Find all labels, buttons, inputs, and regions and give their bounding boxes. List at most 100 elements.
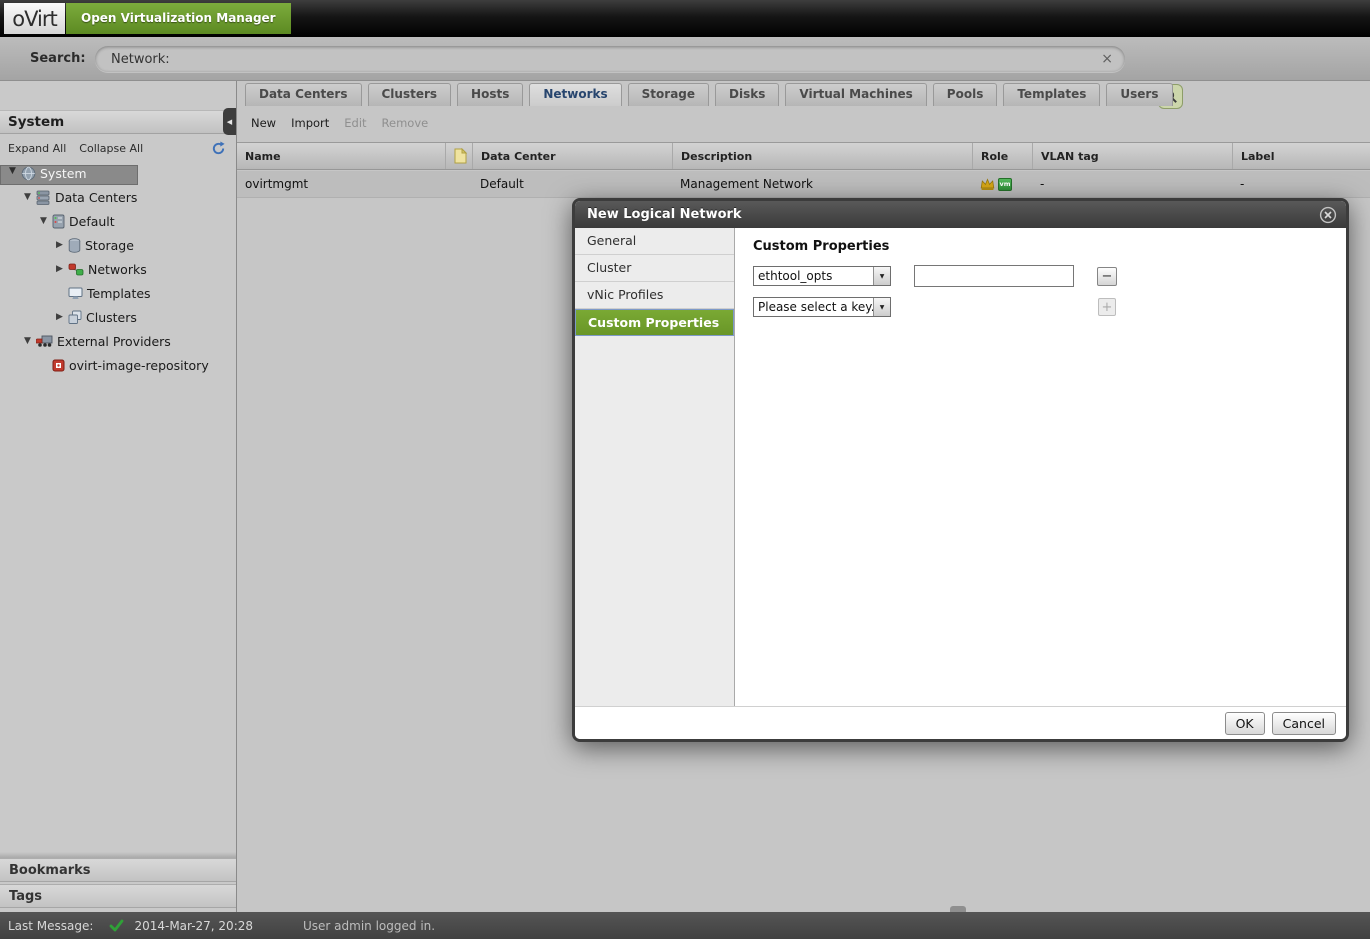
- tab-disks[interactable]: Disks: [715, 83, 779, 106]
- tree-item-templates[interactable]: Templates: [0, 281, 236, 305]
- property-row: ethtool_opts ▼ −: [753, 265, 1346, 287]
- tree-item-storage[interactable]: ▶ Storage: [0, 233, 236, 257]
- collapse-all-link[interactable]: Collapse All: [79, 142, 143, 155]
- tree-item-ovirt-image-repository[interactable]: ovirt-image-repository: [0, 353, 236, 377]
- clear-search-icon[interactable]: ×: [1099, 51, 1115, 67]
- column-vlan-tag[interactable]: VLAN tag: [1032, 143, 1232, 169]
- dropdown-arrow-icon: ▼: [873, 267, 890, 285]
- new-logical-network-dialog: New Logical Network General Cluster vNic…: [572, 198, 1349, 742]
- sidebar-collapse-button[interactable]: ◀: [223, 108, 236, 135]
- dialog-body: General Cluster vNic Profiles Custom Pro…: [575, 228, 1346, 706]
- dialog-side-tabs: General Cluster vNic Profiles Custom Pro…: [575, 228, 735, 706]
- collapse-left-icon: ◀: [227, 118, 232, 126]
- tab-hosts[interactable]: Hosts: [457, 83, 523, 106]
- networks-toolbar: New Import Edit Remove: [237, 106, 1370, 140]
- search-field-wrapper: ×: [95, 46, 1125, 72]
- ok-button[interactable]: OK: [1225, 712, 1265, 735]
- tab-pools[interactable]: Pools: [933, 83, 998, 106]
- dialog-tab-general[interactable]: General: [575, 228, 734, 255]
- tags-section-header[interactable]: Tags: [0, 884, 236, 908]
- expander-closed-icon[interactable]: ▶: [53, 312, 66, 322]
- dialog-tab-cluster[interactable]: Cluster: [575, 255, 734, 282]
- new-button[interactable]: New: [251, 116, 276, 130]
- last-message-text: User admin logged in.: [303, 919, 435, 933]
- cell-comment: [445, 171, 472, 197]
- tree-item-clusters[interactable]: ▶ Clusters: [0, 305, 236, 329]
- cell-vlan-tag: -: [1032, 171, 1232, 197]
- dialog-close-button[interactable]: [1319, 206, 1337, 224]
- main-nav-tabs: Data Centers Clusters Hosts Networks Sto…: [245, 83, 1370, 106]
- expander-closed-icon[interactable]: ▶: [53, 264, 66, 274]
- dropdown-arrow-icon: ▼: [873, 298, 890, 316]
- expander-open-icon[interactable]: ▼: [21, 192, 34, 202]
- tree-actions: Expand All Collapse All: [0, 135, 236, 161]
- storage-icon: [68, 238, 81, 253]
- property-row: Please select a key... ▼ +: [753, 297, 1346, 317]
- expander-open-icon[interactable]: ▼: [6, 166, 19, 184]
- cell-label: -: [1232, 171, 1370, 197]
- tree-item-label: System: [40, 166, 87, 184]
- import-button[interactable]: Import: [291, 116, 329, 130]
- tree-item-label: Networks: [88, 262, 147, 277]
- expand-all-link[interactable]: Expand All: [8, 142, 66, 155]
- tree-item-default[interactable]: ▼ Default: [0, 209, 236, 233]
- ovirt-logo: oVirt: [4, 3, 65, 34]
- note-icon: [454, 148, 467, 164]
- tree-item-data-centers[interactable]: ▼ Data Centers: [0, 185, 236, 209]
- column-comment[interactable]: [445, 143, 472, 169]
- system-tree: ▼ System ▼ Data Centers ▼: [0, 165, 236, 377]
- search-bar-row: Search: ×: [0, 37, 1370, 81]
- expander-open-icon[interactable]: ▼: [37, 216, 50, 226]
- cell-data-center: Default: [472, 171, 672, 197]
- tree-item-external-providers[interactable]: ▼ External Providers: [0, 329, 236, 353]
- ovirt-admin-app: oVirt Open Virtualization Manager Search…: [0, 0, 1370, 939]
- tab-templates[interactable]: Templates: [1003, 83, 1100, 106]
- selected-key: Please select a key...: [754, 298, 873, 316]
- remove-property-button[interactable]: −: [1097, 267, 1117, 286]
- success-check-icon: [109, 919, 124, 932]
- management-network-crown-icon: [980, 178, 995, 191]
- tab-virtual-machines[interactable]: Virtual Machines: [785, 83, 926, 106]
- system-tree-sidebar: System ◀ Expand All Collapse All ▼ Syste…: [0, 81, 237, 912]
- tree-item-label: Default: [69, 214, 115, 229]
- custom-properties-panel: Custom Properties ethtool_opts ▼ − Pleas…: [735, 228, 1346, 706]
- data-center-icon: [52, 214, 65, 229]
- status-bar: Last Message: 2014-Mar-27, 20:28 User ad…: [0, 912, 1370, 939]
- tree-item-networks[interactable]: ▶ Networks: [0, 257, 236, 281]
- networks-table-header: Name Data Center Description Role VLAN t…: [237, 142, 1370, 170]
- column-name[interactable]: Name: [237, 143, 445, 169]
- clusters-icon: [68, 310, 82, 325]
- tab-data-centers[interactable]: Data Centers: [245, 83, 362, 106]
- bookmarks-section-header[interactable]: Bookmarks: [0, 858, 236, 882]
- dialog-tab-custom-properties[interactable]: Custom Properties: [575, 309, 734, 336]
- column-data-center[interactable]: Data Center: [472, 143, 672, 169]
- cancel-button[interactable]: Cancel: [1272, 712, 1336, 735]
- tab-networks[interactable]: Networks: [529, 83, 621, 106]
- search-input[interactable]: [111, 52, 1099, 67]
- close-icon: [1319, 206, 1337, 224]
- last-message-label: Last Message:: [8, 919, 93, 933]
- top-bar: oVirt Open Virtualization Manager: [0, 0, 1370, 37]
- app-title-badge: Open Virtualization Manager: [66, 3, 291, 34]
- refresh-icon[interactable]: [211, 141, 226, 156]
- tab-storage[interactable]: Storage: [628, 83, 709, 106]
- tree-item-label: Storage: [85, 238, 134, 253]
- network-row-ovirtmgmt[interactable]: ovirtmgmt Default Management Network vm …: [237, 171, 1370, 198]
- column-description[interactable]: Description: [672, 143, 972, 169]
- expander-closed-icon[interactable]: ▶: [53, 240, 66, 250]
- ovirt-logo-text: oVirt: [12, 7, 56, 31]
- property-value-input[interactable]: [914, 265, 1074, 287]
- last-message-timestamp: 2014-Mar-27, 20:28: [134, 919, 253, 933]
- column-label[interactable]: Label: [1232, 143, 1370, 169]
- dialog-title-bar[interactable]: New Logical Network: [575, 201, 1346, 228]
- column-role[interactable]: Role: [972, 143, 1032, 169]
- remove-button: Remove: [382, 116, 429, 130]
- new-property-key-select[interactable]: Please select a key... ▼: [753, 297, 891, 317]
- tab-clusters[interactable]: Clusters: [368, 83, 452, 106]
- dialog-tab-vnic-profiles[interactable]: vNic Profiles: [575, 282, 734, 309]
- property-key-select[interactable]: ethtool_opts ▼: [753, 266, 891, 286]
- sidebar-title: System: [0, 110, 236, 134]
- expander-open-icon[interactable]: ▼: [21, 336, 34, 346]
- tree-item-system[interactable]: ▼ System: [0, 165, 138, 185]
- tab-users[interactable]: Users: [1106, 83, 1172, 106]
